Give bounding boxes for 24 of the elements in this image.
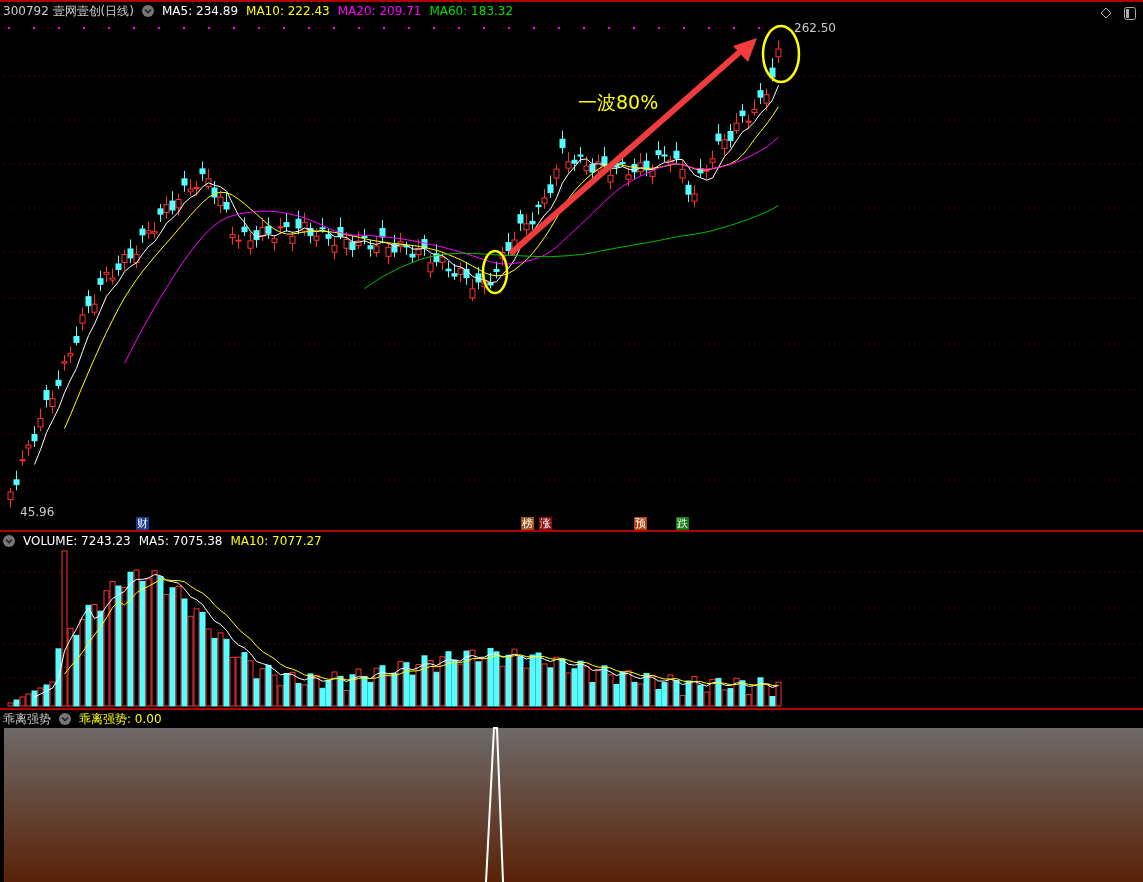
collapse-icon[interactable] bbox=[3, 535, 15, 547]
event-marker: 预 bbox=[634, 517, 647, 530]
highlight-ellipse bbox=[481, 249, 509, 295]
low-price-label: 45.96 bbox=[20, 505, 55, 519]
annotation-text: 一波80% bbox=[578, 91, 659, 113]
indicator-value: MA20: 209.71 bbox=[337, 4, 422, 18]
chart-title: 乖离强势 bbox=[3, 712, 51, 726]
indicator-value: MA10: 7077.27 bbox=[230, 534, 322, 548]
indicator-value: MA60: 183.32 bbox=[429, 4, 514, 18]
panel-icon[interactable] bbox=[1124, 7, 1136, 20]
collapse-icon[interactable] bbox=[59, 713, 71, 725]
indicator-value: VOLUME: 7243.23 bbox=[23, 534, 131, 548]
collapse-icon[interactable] bbox=[142, 5, 154, 17]
event-marker: 涨 bbox=[539, 517, 552, 530]
indicator-value: 乖离强势: 0.00 bbox=[79, 712, 162, 726]
event-marker: 跌 bbox=[676, 517, 689, 530]
high-price-label: 262.50 bbox=[794, 21, 836, 35]
indicator-value: MA5: 7075.38 bbox=[138, 534, 223, 548]
indicator-value: MA10: 222.43 bbox=[246, 4, 330, 18]
event-marker: 财 bbox=[136, 517, 149, 530]
diamond-icon[interactable] bbox=[1101, 7, 1112, 19]
indicator-value: MA5: 234.89 bbox=[162, 4, 239, 18]
event-marker: 榜 bbox=[521, 517, 534, 530]
chart-title: 300792 壹网壹创(日线) bbox=[3, 4, 134, 18]
